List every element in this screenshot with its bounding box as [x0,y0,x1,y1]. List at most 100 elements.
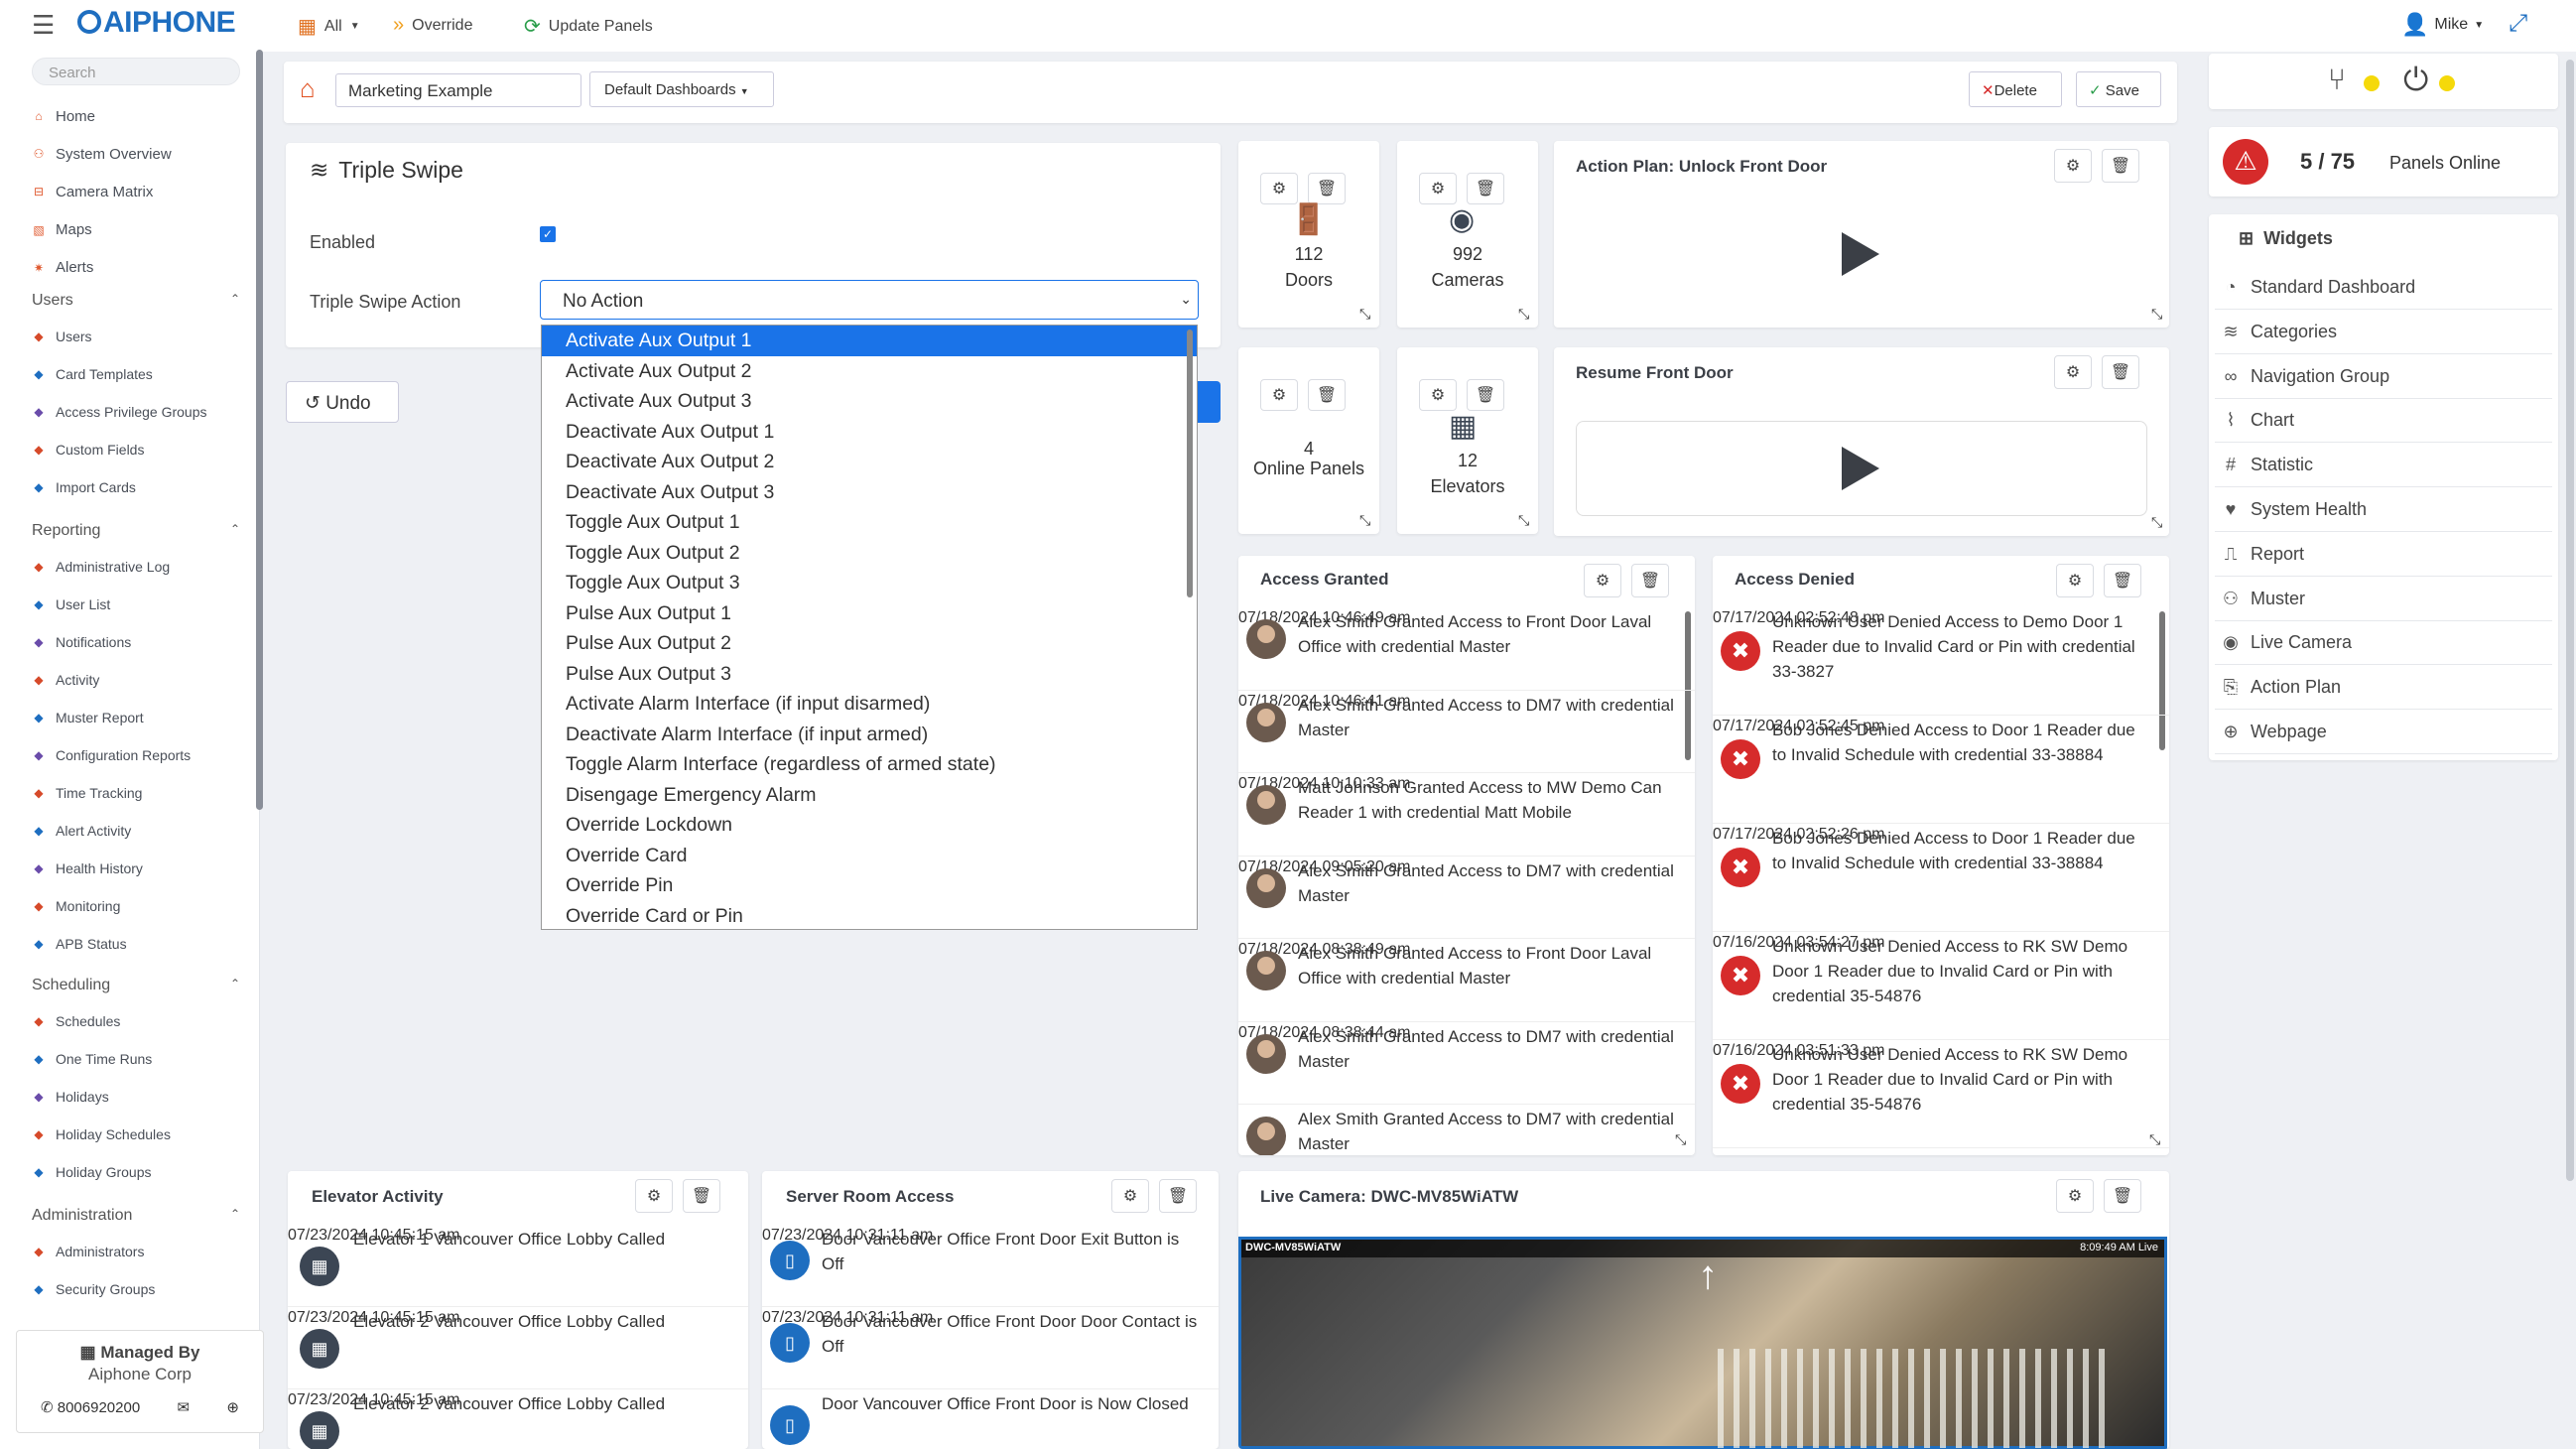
globe-icon[interactable]: ⊕ [226,1398,239,1416]
sidebar-item[interactable]: ◆ Administrators [32,1240,144,1263]
sidebar-item[interactable]: ◆ APB Status [32,932,126,956]
sidebar-section-header[interactable]: Scheduling ⌃ [32,977,240,994]
resize-handle-icon[interactable]: ⤡ [1675,1131,1686,1148]
sidebar-item[interactable]: ⚇ System Overview [32,142,172,166]
feed-item[interactable]: ▯ Door Vancouver Office Front Door Door C… [762,1309,1219,1389]
phone-link[interactable]: ✆ 8006920200 [41,1398,140,1416]
dashboard-name-input[interactable]: Marketing Example [335,73,581,107]
trash-icon[interactable]: 🗑 [683,1179,720,1213]
action-option[interactable]: Toggle Aux Output 2 [542,538,1197,569]
sidebar-item[interactable]: ◆ Holiday Schedules [32,1122,171,1146]
action-option[interactable]: Pulse Aux Output 1 [542,598,1197,629]
sidebar-item[interactable]: ◆ Schedules [32,1009,120,1033]
camera-feed[interactable]: DWC-MV85WiATW 8:09:49 AM Live ↑ [1238,1237,2167,1449]
sidebar-item[interactable]: ◆ Security Groups [32,1277,155,1301]
widget-item[interactable]: ∞ Navigation Group [2215,355,2552,399]
ptz-up-arrow-icon[interactable]: ↑ [1698,1253,1718,1298]
feed-item[interactable]: Alex Smith Granted Access to DM7 with cr… [1238,1107,1695,1155]
sidebar-item[interactable]: ◆ Monitoring [32,894,120,918]
action-option[interactable]: Override Card [542,841,1197,871]
run-action-plan-button[interactable] [1842,232,1879,276]
sidebar-item[interactable]: ◆ Activity [32,668,99,692]
sidebar-item[interactable]: ◆ Import Cards [32,475,136,499]
sidebar-section-header[interactable]: Administration ⌃ [32,1207,240,1225]
widget-item[interactable]: ◉ Live Camera [2215,621,2552,666]
trash-icon[interactable]: 🗑 [1308,379,1346,411]
resize-handle-icon[interactable]: ⤡ [2151,306,2162,323]
sidebar-item[interactable]: ◆ Health History [32,856,143,880]
sidebar-item[interactable]: ◆ Administrative Log [32,555,170,579]
sidebar-item[interactable]: ⌂ Home [32,104,95,128]
action-option[interactable]: Override Lockdown [542,810,1197,841]
widget-item[interactable]: ◔ Standard Dashboard [2215,266,2552,310]
action-option[interactable]: Pulse Aux Output 3 [542,659,1197,690]
sidebar-item[interactable]: ◆ Configuration Reports [32,743,191,767]
feed-item[interactable]: Alex Smith Granted Access to DM7 with cr… [1238,858,1695,939]
feed-item[interactable]: ✖ Unknown User Denied Access to RK SW Dem… [1713,934,2169,1040]
action-option[interactable]: Override Pin [542,870,1197,901]
resize-handle-icon[interactable]: ⤡ [1518,306,1529,323]
gear-icon[interactable]: ⚙ [1111,1179,1149,1213]
widget-item[interactable]: ⎘ Action Plan [2215,666,2552,711]
sidebar-item[interactable]: ◆ Card Templates [32,362,152,386]
sidebar-item[interactable]: ◆ Users [32,325,91,348]
update-panels-button[interactable]: ⟳ Update Panels [524,14,653,39]
action-option[interactable]: Toggle Aux Output 3 [542,568,1197,598]
resize-handle-icon[interactable]: ⤡ [2149,1131,2160,1148]
gear-icon[interactable]: ⚙ [1260,173,1298,204]
sidebar-item[interactable]: ✷ Alerts [32,256,93,280]
sidebar-item[interactable]: ◆ Alert Activity [32,819,131,843]
feed-item[interactable]: ▯ Door Vancouver Office Front Door Exit B… [762,1227,1219,1307]
undo-button[interactable]: ↺ Undo [286,381,399,423]
trash-icon[interactable]: 🗑 [1159,1179,1197,1213]
trash-icon[interactable]: 🗑 [2102,355,2139,389]
action-option[interactable]: Toggle Alarm Interface (regardless of ar… [542,749,1197,780]
action-option[interactable]: Activate Aux Output 1 [542,326,1197,356]
resize-handle-icon[interactable]: ⤡ [1359,306,1370,323]
sidebar-search-input[interactable]: Search [32,58,240,85]
gear-icon[interactable]: ⚙ [2056,564,2094,597]
fork-icon[interactable]: ⑂ [2328,64,2346,97]
gear-icon[interactable]: ⚙ [1419,173,1457,204]
trash-icon[interactable]: 🗑 [1467,379,1504,411]
feed-item[interactable]: ▯ Door Vancouver Office Front Door is Now… [762,1391,1219,1449]
gear-icon[interactable]: ⚙ [635,1179,673,1213]
list-scrollbar[interactable] [1187,329,1193,597]
gear-icon[interactable]: ⚙ [1260,379,1298,411]
widget-item[interactable]: ⌇ Chart [2215,399,2552,444]
sidebar-item[interactable]: ◆ Holidays [32,1085,108,1109]
resize-handle-icon[interactable]: ⤡ [1359,512,1370,529]
resize-handle-icon[interactable]: ⤡ [1518,512,1529,529]
menu-icon[interactable]: ☰ [32,10,55,41]
sidebar-item[interactable]: ◆ Access Privilege Groups [32,400,206,424]
widget-item[interactable]: ♥ System Health [2215,488,2552,532]
feed-item[interactable]: ✖ Unknown User Denied Access to RK SW Dem… [1713,1042,2169,1148]
sidebar-item[interactable]: ▧ Maps [32,218,91,242]
sidebar-item[interactable]: ◆ Holiday Groups [32,1160,151,1184]
feed-item[interactable]: ✖ Bob Jones Denied Access to Door 1 Reade… [1713,718,2169,824]
enabled-checkbox[interactable]: ✓ [540,226,556,242]
power-icon[interactable]: ⏻ [2403,62,2428,99]
trash-icon[interactable]: 🗑 [2104,1179,2141,1213]
gear-icon[interactable]: ⚙ [1584,564,1621,597]
save-button[interactable]: ✓ Save [2076,71,2161,107]
action-option[interactable]: Deactivate Aux Output 1 [542,417,1197,448]
action-option[interactable]: Pulse Aux Output 2 [542,628,1197,659]
action-option[interactable]: Deactivate Aux Output 3 [542,477,1197,508]
trash-icon[interactable]: 🗑 [1631,564,1669,597]
gear-icon[interactable]: ⚙ [1419,379,1457,411]
action-option[interactable]: Activate Alarm Interface (if input disar… [542,689,1197,720]
action-option[interactable]: Deactivate Aux Output 2 [542,447,1197,477]
sidebar-item[interactable]: ◆ User List [32,593,110,616]
action-option[interactable]: Disengage Emergency Alarm [542,780,1197,811]
feed-item[interactable]: ▦ Elevator 1 Vancouver Office Lobby Calle… [288,1227,748,1307]
sidebar-item[interactable]: ◆ Muster Report [32,706,143,729]
action-option[interactable]: Deactivate Alarm Interface (if input arm… [542,720,1197,750]
trash-icon[interactable]: 🗑 [1467,173,1504,204]
feed-item[interactable]: Alex Smith Granted Access to Front Door … [1238,941,1695,1022]
override-button[interactable]: » Override [393,14,472,37]
delete-button[interactable]: ✕Delete [1969,71,2062,107]
user-menu[interactable]: 👤 Mike ▼ [2401,12,2484,38]
widget-item[interactable]: ⚇ Muster [2215,578,2552,621]
widget-item[interactable]: ≋ Categories [2215,311,2552,354]
